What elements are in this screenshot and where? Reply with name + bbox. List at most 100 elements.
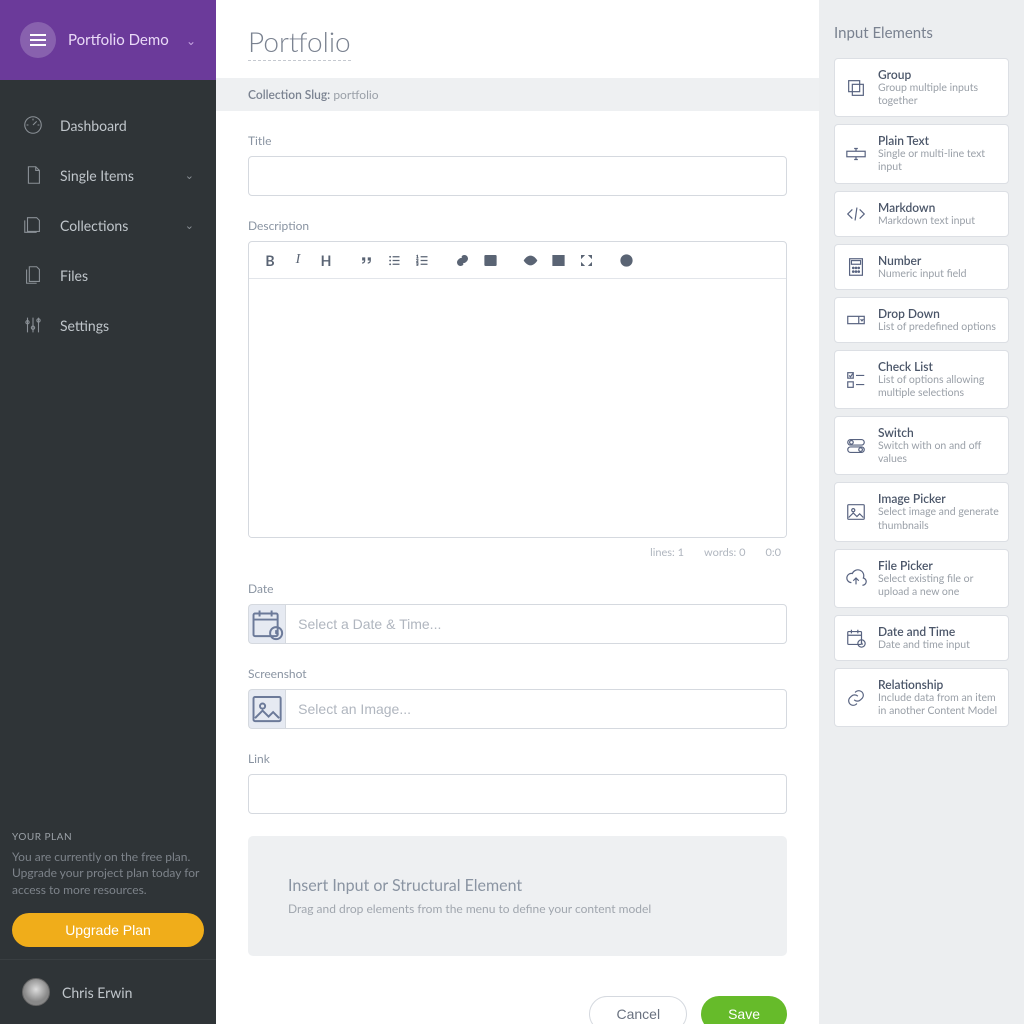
palette-title: Input Elements [834,0,1009,58]
field-label: Link [248,751,787,766]
sidebar-item-dashboard[interactable]: Dashboard [0,100,216,150]
nav-label: Collections [60,217,128,234]
editor-status: lines: 1 words: 0 0:0 [248,538,787,559]
editor-body[interactable] [249,279,786,537]
user-name: Chris Erwin [62,984,132,1001]
link-input[interactable] [248,774,787,814]
cloud-upload-icon [844,566,868,590]
dropzone-title: Insert Input or Structural Element [288,876,747,895]
avatar [22,978,50,1006]
quote-button[interactable] [353,246,379,274]
nav-label: Dashboard [60,117,127,134]
nav-label: Single Items [60,167,134,184]
image-button[interactable] [477,246,503,274]
heading-button[interactable]: H [313,246,339,274]
group-icon [844,76,868,100]
sidebar-item-single-items[interactable]: Single Items ⌄ [0,150,216,200]
palette-item-date-time[interactable]: Date and TimeDate and time input [834,615,1009,661]
field-screenshot: Screenshot [248,666,787,729]
field-description: Description B I H 123 [248,218,787,559]
title-input[interactable] [248,156,787,196]
files-icon [22,264,44,286]
palette-item-plain-text[interactable]: Plain TextSingle or multi-line text inpu… [834,124,1009,183]
slug-bar: Collection Slug: portfolio [216,78,819,111]
stack-icon [22,214,44,236]
sidebar-item-settings[interactable]: Settings [0,300,216,350]
chevron-down-icon[interactable]: ⌄ [186,33,196,48]
rich-text-editor: B I H 123 [248,241,787,538]
input-elements-panel: Input Elements GroupGroup multiple input… [819,0,1024,1024]
gauge-icon [22,114,44,136]
image-picker-icon [844,500,868,524]
palette-item-number[interactable]: NumberNumeric input field [834,244,1009,290]
field-title: Title [248,133,787,196]
slug-label: Collection Slug: [248,87,330,102]
plan-box: YOUR PLAN You are currently on the free … [0,815,216,959]
status-words: words: 0 [704,546,745,559]
palette-item-relationship[interactable]: RelationshipInclude data from an item in… [834,668,1009,727]
plan-text: You are currently on the free plan. Upgr… [12,849,204,899]
link-icon [844,686,868,710]
dropdown-icon [844,308,868,332]
ol-button[interactable]: 123 [409,246,435,274]
palette-item-group[interactable]: GroupGroup multiple inputs together [834,58,1009,117]
sidebar-header: Portfolio Demo ⌄ [0,0,216,80]
plan-heading: YOUR PLAN [12,831,204,843]
link-button[interactable] [449,246,475,274]
image-icon[interactable] [248,689,285,729]
project-name[interactable]: Portfolio Demo [68,31,174,49]
sidebar: Portfolio Demo ⌄ Dashboard Single Items … [0,0,216,1024]
palette-item-switch[interactable]: SwitchSwitch with on and off values [834,416,1009,475]
palette-item-markdown[interactable]: MarkdownMarkdown text input [834,191,1009,237]
calculator-icon [844,255,868,279]
cancel-button[interactable]: Cancel [589,996,687,1024]
palette-item-dropdown[interactable]: Drop DownList of predefined options [834,297,1009,343]
page-title[interactable]: Portfolio [216,0,819,78]
dropzone[interactable]: Insert Input or Structural Element Drag … [248,836,787,956]
save-button[interactable]: Save [701,996,787,1024]
checklist-icon [844,368,868,392]
fullscreen-button[interactable] [573,246,599,274]
field-label: Title [248,133,787,148]
italic-button[interactable]: I [285,246,311,274]
date-input[interactable] [285,604,787,644]
menu-toggle-button[interactable] [20,22,56,58]
palette-item-image-picker[interactable]: Image PickerSelect image and generate th… [834,482,1009,541]
chevron-down-icon: ⌄ [185,219,194,232]
chevron-down-icon: ⌄ [185,169,194,182]
status-lines: lines: 1 [650,546,684,559]
upgrade-plan-button[interactable]: Upgrade Plan [12,913,204,947]
calendar-icon[interactable] [248,604,285,644]
user-row[interactable]: Chris Erwin [0,959,216,1024]
nav-label: Files [60,267,88,284]
field-label: Date [248,581,787,596]
status-pos: 0:0 [765,546,781,559]
document-icon [22,164,44,186]
screenshot-input[interactable] [285,689,787,729]
code-icon [844,202,868,226]
ul-button[interactable] [381,246,407,274]
nav-label: Settings [60,317,109,334]
help-button[interactable] [613,246,639,274]
calendar-clock-icon [844,626,868,650]
sidebar-item-collections[interactable]: Collections ⌄ [0,200,216,250]
dropzone-sub: Drag and drop elements from the menu to … [288,901,747,916]
editor-toolbar: B I H 123 [249,242,786,279]
field-date: Date [248,581,787,644]
palette-item-file-picker[interactable]: File PickerSelect existing file or uploa… [834,549,1009,608]
svg-text:3: 3 [416,261,418,266]
sidebar-item-files[interactable]: Files [0,250,216,300]
text-input-icon [844,142,868,166]
field-label: Description [248,218,787,233]
footer-bar: Cancel Save [216,976,819,1024]
field-label: Screenshot [248,666,787,681]
field-link: Link [248,751,787,814]
bold-button[interactable]: B [257,246,283,274]
sliders-icon [22,314,44,336]
preview-button[interactable] [517,246,543,274]
slug-value: portfolio [333,87,378,102]
palette-item-checklist[interactable]: Check ListList of options allowing multi… [834,350,1009,409]
split-button[interactable] [545,246,571,274]
main: Portfolio Collection Slug: portfolio Tit… [216,0,1024,1024]
sidebar-nav: Dashboard Single Items ⌄ Collections ⌄ F… [0,80,216,815]
